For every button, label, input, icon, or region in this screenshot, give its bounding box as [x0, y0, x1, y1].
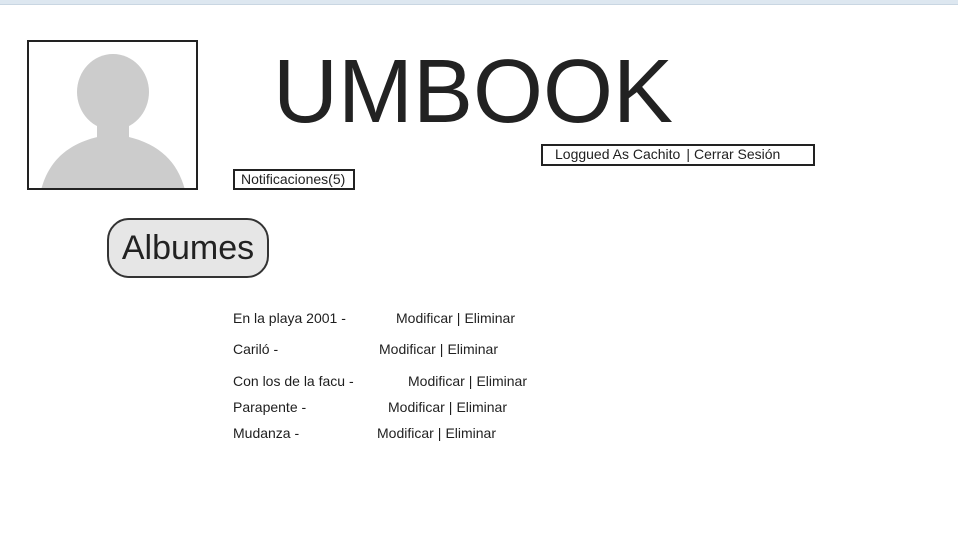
delete-link[interactable]: Eliminar: [476, 373, 527, 389]
action-separator: |: [448, 399, 453, 415]
album-row: Parapente - Modificar | Eliminar: [233, 399, 507, 416]
album-list: En la playa 2001 - Modificar | Eliminar Ca…: [233, 0, 733, 538]
modify-link[interactable]: Modificar: [377, 425, 434, 441]
page: UMBOOK Loggued As Cachito | Cerrar Sesión …: [0, 0, 958, 538]
modify-link[interactable]: Modificar: [388, 399, 445, 415]
delete-link[interactable]: Eliminar: [447, 341, 498, 357]
action-separator: |: [456, 310, 461, 326]
modify-link[interactable]: Modificar: [379, 341, 436, 357]
album-name: Mudanza -: [233, 425, 300, 441]
album-name: En la playa 2001 -: [233, 310, 346, 326]
avatar: [27, 40, 198, 190]
album-actions: Modificar | Eliminar: [379, 341, 498, 358]
album-row: Con los de la facu - Modificar | Eliminar: [233, 373, 527, 390]
album-name: Con los de la facu -: [233, 373, 354, 389]
album-row: Cariló - Modificar | Eliminar: [233, 341, 498, 358]
delete-link[interactable]: Eliminar: [445, 425, 496, 441]
modify-link[interactable]: Modificar: [396, 310, 453, 326]
action-separator: |: [468, 373, 473, 389]
user-silhouette-icon: [41, 54, 185, 188]
action-separator: |: [439, 341, 444, 357]
delete-link[interactable]: Eliminar: [464, 310, 515, 326]
album-actions: Modificar | Eliminar: [396, 310, 515, 327]
album-row: En la playa 2001 - Modificar | Eliminar: [233, 310, 515, 327]
modify-link[interactable]: Modificar: [408, 373, 465, 389]
action-separator: |: [437, 425, 442, 441]
album-actions: Modificar | Eliminar: [408, 373, 527, 390]
album-name: Parapente -: [233, 399, 307, 415]
delete-link[interactable]: Eliminar: [456, 399, 507, 415]
album-name: Cariló -: [233, 341, 279, 357]
album-actions: Modificar | Eliminar: [388, 399, 507, 416]
album-row: Mudanza - Modificar | Eliminar: [233, 425, 496, 442]
album-actions: Modificar | Eliminar: [377, 425, 496, 442]
